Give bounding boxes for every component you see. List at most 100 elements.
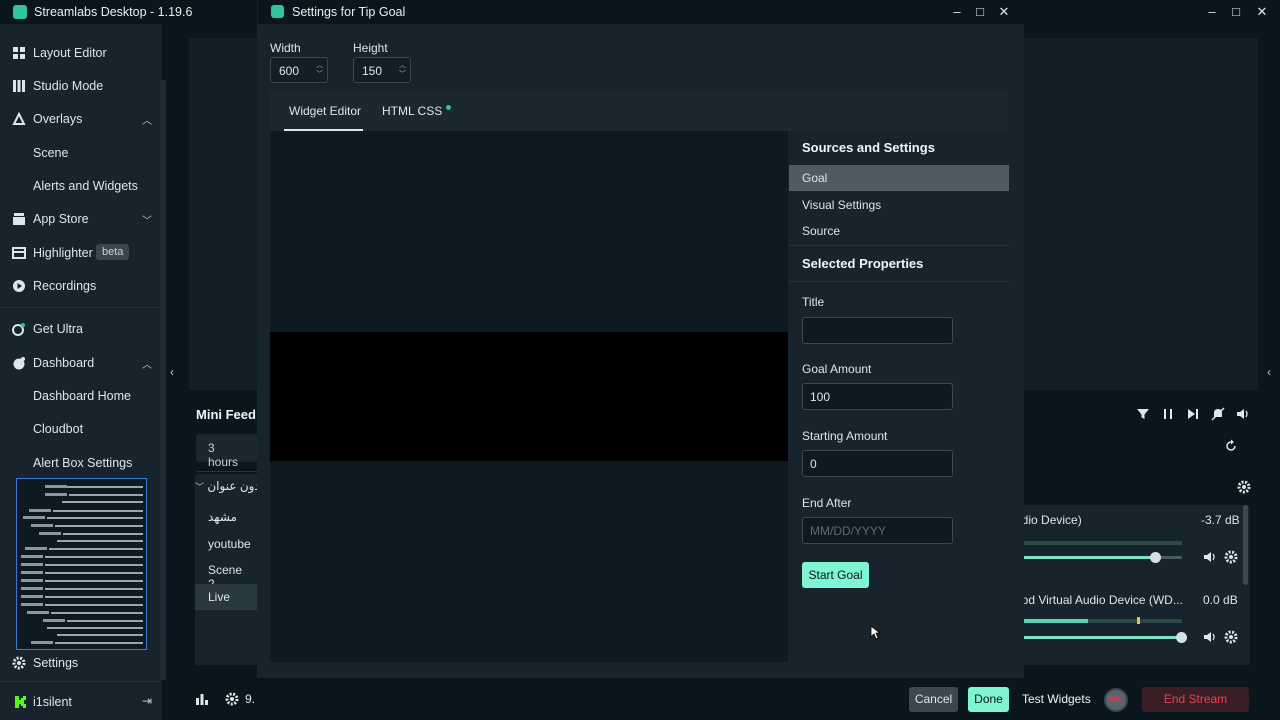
menu-item-visual-settings[interactable]: Visual Settings bbox=[789, 192, 1009, 218]
sidebar-item-highlighter[interactable]: Highlighter beta bbox=[0, 238, 160, 268]
panel-divider bbox=[789, 281, 1009, 282]
sidebar-item-label: Scene bbox=[33, 146, 69, 160]
mixer-scrollbar[interactable] bbox=[1243, 505, 1248, 585]
tab-widget-editor[interactable]: Widget Editor bbox=[289, 104, 361, 118]
width-label: Width bbox=[270, 41, 301, 55]
scene-item[interactable]: youtube bbox=[195, 531, 259, 557]
studio-mode-icon bbox=[13, 80, 25, 92]
source-gear-icon[interactable] bbox=[1223, 549, 1239, 565]
speaker-icon[interactable] bbox=[1202, 549, 1218, 565]
cancel-button[interactable]: Cancel bbox=[909, 687, 958, 712]
sidebar-item-dashboard[interactable]: Dashboard ︿ bbox=[0, 348, 160, 378]
scene-item[interactable]: Scene 2 bbox=[195, 557, 259, 591]
unsaved-dot-icon bbox=[446, 105, 451, 110]
dialog-titlebar: Settings for Tip Goal – □ ✕ bbox=[258, 0, 1024, 24]
source-gear-icon[interactable] bbox=[1223, 629, 1239, 645]
height-input[interactable]: 150 ︿ ﹀ bbox=[353, 57, 411, 83]
sidebar-item-layout-editor[interactable]: Layout Editor bbox=[0, 38, 160, 68]
width-input[interactable]: 600 ︿ ﹀ bbox=[270, 57, 328, 83]
sidebar-item-label: Dashboard Home bbox=[33, 389, 131, 403]
filter-icon[interactable] bbox=[1135, 406, 1151, 422]
stats-bar-chart-icon[interactable] bbox=[195, 692, 209, 706]
menu-item-goal[interactable]: Goal bbox=[789, 165, 1009, 191]
logout-icon[interactable]: ⇥ bbox=[142, 694, 152, 708]
sidebar-item-recordings[interactable]: Recordings bbox=[0, 271, 160, 301]
dialog-minimize-icon[interactable]: – bbox=[948, 3, 966, 21]
volume-icon[interactable] bbox=[1235, 406, 1251, 422]
refresh-icon[interactable] bbox=[1223, 438, 1239, 454]
sidebar-item-label: Highlighter bbox=[33, 246, 93, 260]
maximize-icon[interactable]: □ bbox=[1227, 3, 1245, 21]
sidebar-item-alerts-widgets[interactable]: Alerts and Widgets bbox=[0, 171, 160, 201]
dialog-close-icon[interactable]: ✕ bbox=[995, 3, 1013, 21]
audio-meter bbox=[1022, 541, 1182, 545]
chevron-up-icon[interactable]: ︿ bbox=[142, 112, 152, 127]
editor-preview-right bbox=[1022, 38, 1258, 390]
sidebar-item-settings[interactable]: Settings bbox=[0, 648, 160, 678]
minimize-icon[interactable]: – bbox=[1203, 3, 1221, 21]
dashboard-icon bbox=[13, 357, 25, 370]
mixer-settings-gear-icon[interactable] bbox=[1236, 479, 1252, 495]
sidebar-item-alert-box-settings[interactable]: Alert Box Settings bbox=[0, 448, 160, 478]
goal-amount-input[interactable]: 100 bbox=[802, 383, 953, 410]
sidebar-item-dashboard-home[interactable]: Dashboard Home bbox=[0, 381, 160, 411]
sidebar-item-label: Cloudbot bbox=[33, 422, 84, 436]
goal-amount-label: Goal Amount bbox=[802, 362, 872, 376]
mini-feed-title: Mini Feed bbox=[196, 407, 256, 422]
sidebar-item-label: Alert Box Settings bbox=[33, 456, 133, 470]
volume-slider-fill bbox=[1022, 636, 1182, 639]
title-input[interactable] bbox=[802, 317, 953, 344]
sidebar-item-overlays[interactable]: Overlays ︿ bbox=[0, 104, 160, 134]
mixer-source-name: udio Device) bbox=[1015, 513, 1082, 527]
skip-icon[interactable] bbox=[1185, 406, 1201, 422]
scene-collection-name: بدون عنوان bbox=[207, 479, 265, 493]
sidebar-item-label: Dashboard bbox=[33, 356, 95, 370]
collapse-left-icon[interactable]: ‹ bbox=[170, 365, 174, 379]
starting-amount-input[interactable]: 0 bbox=[802, 450, 953, 477]
sidebar-item-get-ultra[interactable]: Get Ultra bbox=[0, 314, 160, 344]
sidebar-user[interactable]: i1silent ⇥ bbox=[0, 687, 160, 717]
dialog-maximize-icon[interactable]: □ bbox=[971, 3, 989, 21]
height-value: 150 bbox=[362, 64, 383, 78]
end-stream-button[interactable]: End Stream bbox=[1142, 687, 1249, 712]
mixer-source-db: -3.7 dB bbox=[1201, 513, 1240, 527]
height-label: Height bbox=[353, 41, 388, 55]
collapse-right-icon[interactable]: ‹ bbox=[1267, 365, 1271, 379]
mute-notifications-icon[interactable] bbox=[1210, 406, 1226, 422]
chevron-down-icon[interactable]: ﹀ bbox=[142, 212, 152, 227]
test-widgets-button[interactable]: Test Widgets bbox=[1022, 692, 1091, 706]
speaker-icon[interactable] bbox=[1202, 629, 1218, 645]
beta-badge: beta bbox=[96, 244, 130, 260]
volume-slider-knob[interactable] bbox=[1176, 632, 1187, 643]
tab-html-css[interactable]: HTML CSS bbox=[382, 104, 442, 118]
record-button[interactable]: REC bbox=[1104, 688, 1128, 712]
mini-feed-range-select[interactable]: 3 hours bbox=[196, 434, 260, 469]
store-icon bbox=[13, 213, 25, 225]
volume-slider-knob[interactable] bbox=[1150, 552, 1161, 563]
sidebar-item-scene[interactable]: Scene bbox=[0, 138, 160, 168]
divider bbox=[196, 471, 258, 472]
stepper-icon[interactable]: ︿ ﹀ bbox=[316, 61, 323, 79]
sidebar-item-cloudbot[interactable]: Cloudbot bbox=[0, 414, 160, 444]
sidebar-item-label: Recordings bbox=[33, 279, 97, 293]
mouse-cursor-icon bbox=[870, 625, 880, 640]
sidebar-item-studio-mode[interactable]: Studio Mode bbox=[0, 71, 160, 101]
mixer-source-db: 0.0 dB bbox=[1203, 593, 1238, 607]
pause-icon[interactable] bbox=[1160, 406, 1176, 422]
scene-item-selected[interactable]: Live bbox=[195, 584, 259, 610]
performance-gear-icon[interactable] bbox=[225, 692, 239, 706]
sidebar-scrollbar[interactable] bbox=[160, 80, 166, 680]
end-after-date-input[interactable]: MM/DD/YYYY bbox=[802, 517, 953, 544]
scene-collection-selector[interactable]: ﹀ بدون عنوان bbox=[195, 479, 264, 493]
gear-icon bbox=[12, 656, 26, 670]
sidebar-item-app-store[interactable]: App Store ﹀ bbox=[0, 204, 160, 234]
start-goal-button[interactable]: Start Goal bbox=[802, 562, 869, 588]
audio-meter-level bbox=[1022, 619, 1088, 623]
close-icon[interactable]: ✕ bbox=[1253, 3, 1271, 21]
scene-item[interactable]: مشهد bbox=[195, 504, 259, 530]
chevron-up-icon[interactable]: ︿ bbox=[142, 356, 152, 371]
app-title: Streamlabs Desktop - 1.19.6 bbox=[34, 5, 193, 19]
menu-item-source[interactable]: Source bbox=[789, 218, 1009, 244]
stepper-icon[interactable]: ︿ ﹀ bbox=[399, 61, 406, 79]
done-button[interactable]: Done bbox=[968, 687, 1009, 712]
